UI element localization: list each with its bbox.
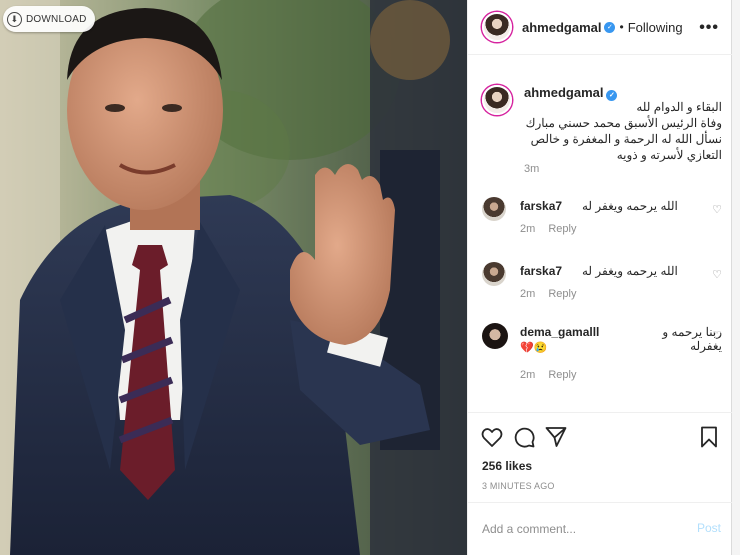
reply-button[interactable]: Reply <box>548 369 576 381</box>
comment-meta: 2m Reply <box>520 223 576 235</box>
heart-icon[interactable]: ♡ <box>712 203 722 216</box>
comment-text: ربنا يرحمه و يغفرله <box>662 325 722 353</box>
comment-emoji: 💔😢 <box>520 342 548 354</box>
caption-username-text[interactable]: ahmedgamal <box>524 85 603 100</box>
reply-button[interactable]: Reply <box>548 288 576 300</box>
post-button[interactable]: Post <box>697 521 721 535</box>
comment-meta: 2m Reply <box>520 369 576 381</box>
author-avatar[interactable] <box>482 12 512 42</box>
comment-input[interactable] <box>482 519 682 539</box>
caption-line: البقاء و الدوام لله <box>636 100 722 114</box>
comment-icon[interactable] <box>512 425 536 449</box>
commenter-avatar[interactable] <box>482 323 508 349</box>
photo-illustration <box>0 0 467 555</box>
post-photo[interactable]: ⬇ DOWNLOAD <box>0 0 467 555</box>
comment-item: dema_gamalll ربنا يرحمه و يغفرله 💔😢 2m R… <box>482 321 722 391</box>
commenter-username[interactable]: farska7 <box>520 264 562 278</box>
download-label: DOWNLOAD <box>26 13 87 25</box>
caption-line: نسأل الله له الرحمة و المغفرة و خالص <box>530 132 722 146</box>
author-username[interactable]: ahmedgamal <box>522 20 601 35</box>
comment-item: farska7 الله يرحمه ويغفر له 2m Reply ♡ <box>482 260 722 318</box>
header-separator: • <box>619 20 624 34</box>
download-button[interactable]: ⬇ DOWNLOAD <box>3 6 95 32</box>
comments-section: ahmedgamal ✓ البقاء و الدوام لله وفاة الر… <box>468 55 733 412</box>
following-button[interactable]: Following <box>628 20 683 35</box>
comment-time[interactable]: 2m <box>520 223 535 235</box>
comment-item: farska7 الله يرحمه ويغفر له 2m Reply ♡ <box>482 195 722 253</box>
action-bar: 256 likes 3 MINUTES AGO <box>468 412 733 502</box>
heart-icon[interactable]: ♡ <box>712 268 722 281</box>
heart-icon[interactable] <box>480 425 504 449</box>
caption-time[interactable]: 3m <box>524 163 539 175</box>
comment-text: الله يرحمه ويغفر له <box>582 199 678 213</box>
comment-text: الله يرحمه ويغفر له <box>582 264 678 278</box>
verified-icon: ✓ <box>604 21 616 33</box>
bookmark-icon[interactable] <box>697 425 721 449</box>
post-timestamp[interactable]: 3 MINUTES AGO <box>482 481 555 491</box>
post-sidebar: ahmedgamal ✓ • Following ••• ahmedgamal ✓… <box>467 0 733 555</box>
add-comment-bar: Post <box>468 502 733 555</box>
caption-line: وفاة الرئيس الأسبق محمد حسني مبارك <box>525 116 722 130</box>
page-edge <box>732 0 740 555</box>
commenter-username[interactable]: dema_gamalll <box>520 325 599 339</box>
share-icon[interactable] <box>544 425 568 449</box>
commenter-avatar[interactable] <box>482 262 506 286</box>
download-icon: ⬇ <box>7 11 22 27</box>
heart-icon[interactable]: ♡ <box>712 329 722 342</box>
more-icon[interactable]: ••• <box>699 19 719 37</box>
commenter-avatar[interactable] <box>482 197 506 221</box>
comment-meta: 2m Reply <box>520 288 576 300</box>
caption-text: البقاء و الدوام لله وفاة الرئيس الأسبق م… <box>482 99 722 163</box>
caption-line: التعازي لأسرته و ذويه <box>616 148 722 162</box>
comment-time[interactable]: 2m <box>520 369 535 381</box>
comment-time[interactable]: 2m <box>520 288 535 300</box>
reply-button[interactable]: Reply <box>548 223 576 235</box>
likes-count[interactable]: 256 likes <box>482 459 532 473</box>
post-header: ahmedgamal ✓ • Following ••• <box>468 0 733 55</box>
commenter-username[interactable]: farska7 <box>520 199 562 213</box>
